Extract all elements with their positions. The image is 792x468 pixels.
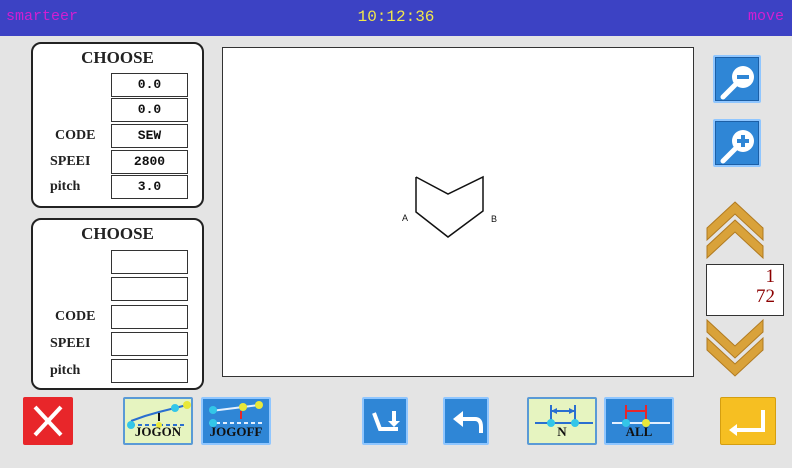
page-current: 1 (765, 266, 776, 287)
param-row: CODE SEW (33, 124, 202, 148)
pattern-outline (415, 175, 484, 238)
param-value-field[interactable] (111, 250, 188, 274)
page-indicator: 1 72 (706, 264, 784, 316)
zoom-in-button[interactable] (713, 119, 761, 167)
code-label: CODE (55, 128, 96, 143)
param-row: pitch 3.0 (33, 175, 202, 199)
enter-icon (729, 410, 765, 436)
param-value-field[interactable] (111, 277, 188, 301)
page-up-button[interactable] (705, 200, 765, 262)
speed-label: SPEEI (50, 336, 90, 351)
undo-button[interactable] (443, 397, 489, 445)
param-row: SPEEI 2800 (33, 150, 202, 174)
all-button[interactable]: ALL (604, 397, 674, 445)
point-a-label: A (402, 213, 408, 223)
close-icon (33, 405, 63, 437)
speed-field[interactable]: 2800 (111, 150, 188, 174)
page-down-button[interactable] (705, 316, 765, 378)
param-value-field[interactable]: 0.0 (111, 98, 188, 122)
all-label: ALL (625, 424, 653, 439)
clock: 10:12:36 (357, 8, 435, 26)
speed-label: SPEEI (50, 154, 90, 169)
pitch-field[interactable]: 3.0 (111, 175, 188, 199)
zoom-in-icon (720, 130, 754, 164)
code-field[interactable] (111, 305, 188, 329)
pattern-canvas[interactable]: A B (222, 47, 694, 377)
jog-off-button[interactable]: JOGOFF (201, 397, 271, 445)
pitch-label: pitch (50, 179, 81, 194)
enter-button[interactable] (720, 397, 776, 445)
move-button[interactable] (362, 397, 408, 445)
chevron-down-icon (706, 318, 764, 377)
param-row (33, 277, 202, 301)
param-row: CODE (33, 305, 202, 329)
code-field[interactable]: SEW (111, 124, 188, 148)
chevron-up-icon (706, 201, 764, 260)
jog-on-button[interactable]: JOGON (123, 397, 193, 445)
panel-title: CHOOSE (81, 48, 154, 67)
title-bar: smarteer 10:12:36 move (0, 0, 792, 36)
pitch-field[interactable] (111, 359, 188, 383)
speed-field[interactable] (111, 332, 188, 356)
param-row (33, 250, 202, 274)
param-row: 0.0 (33, 98, 202, 122)
zoom-out-icon (720, 66, 754, 100)
param-row: pitch (33, 359, 202, 383)
parameter-panel-2: CHOOSE CODE SPEEI pitch (31, 218, 204, 390)
move-icon (372, 411, 400, 431)
n-label: N (557, 424, 567, 439)
mode-label: move (747, 8, 784, 25)
pitch-label: pitch (50, 363, 81, 378)
undo-icon (453, 411, 483, 433)
parameter-panel-1: CHOOSE 0.0 0.0 CODE SEW SPEEI 2800 pitch… (31, 42, 204, 208)
param-row: SPEEI (33, 332, 202, 356)
jog-on-label: JOGON (134, 424, 182, 439)
code-label: CODE (55, 309, 96, 324)
point-b-label: B (491, 214, 497, 224)
panel-title: CHOOSE (81, 224, 154, 243)
param-value-field[interactable]: 0.0 (111, 73, 188, 97)
page-total: 72 (756, 286, 775, 307)
close-button[interactable] (23, 397, 73, 445)
n-button[interactable]: N (527, 397, 597, 445)
zoom-out-button[interactable] (713, 55, 761, 103)
param-row: 0.0 (33, 73, 202, 97)
jog-off-label: JOGOFF (209, 424, 263, 439)
